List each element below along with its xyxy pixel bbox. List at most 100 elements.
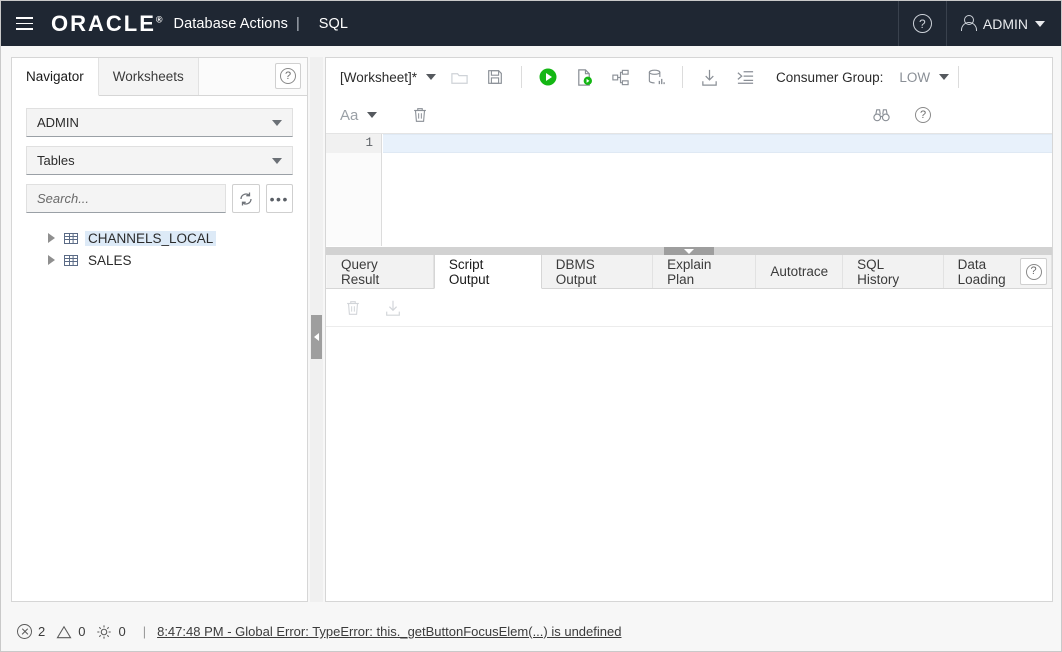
- question-circle-icon: ?: [913, 14, 932, 33]
- worksheet-help-button[interactable]: ?: [906, 99, 940, 131]
- tab-query-result[interactable]: Query Result: [327, 255, 434, 288]
- clear-output-button[interactable]: [336, 292, 370, 324]
- caret-down-icon: [939, 74, 949, 80]
- info-status[interactable]: 0: [96, 624, 125, 640]
- results-help-button[interactable]: ?: [1020, 258, 1047, 285]
- font-size-label: Aa: [340, 107, 358, 124]
- run-statement-button[interactable]: [531, 61, 565, 93]
- object-tree: CHANNELS_LOCAL SALES: [26, 227, 293, 271]
- worksheet-title: [Worksheet]*: [340, 70, 417, 85]
- sql-editor[interactable]: 1: [326, 134, 1052, 246]
- schema-select-value: ADMIN: [37, 115, 79, 130]
- warning-count: 0: [78, 624, 85, 639]
- caret-down-icon: [272, 120, 282, 126]
- question-circle-icon: ?: [915, 107, 931, 123]
- download-output-button[interactable]: [376, 292, 410, 324]
- consumer-group-select[interactable]: LOW: [899, 70, 949, 85]
- product-name: Database Actions: [174, 16, 288, 32]
- binoculars-icon: [872, 106, 891, 125]
- worksheet-title-dropdown[interactable]: [Worksheet]*: [334, 70, 440, 85]
- database-actions-sql-window: ORACLE® Database Actions | SQL ? ADMIN N…: [0, 0, 1062, 652]
- folder-open-icon: [450, 68, 469, 87]
- format-indent-icon: [736, 68, 755, 87]
- tab-worksheets-label: Worksheets: [113, 69, 184, 84]
- info-count: 0: [118, 624, 125, 639]
- worksheet-toolbar: [Worksheet]*: [326, 58, 1052, 134]
- line-number: 1: [326, 134, 381, 153]
- hamburger-menu-icon[interactable]: [1, 1, 47, 46]
- caret-down-icon: [272, 158, 282, 164]
- explain-plan-button[interactable]: [603, 61, 637, 93]
- run-script-icon: [575, 68, 594, 87]
- tab-explain-plan[interactable]: Explain Plan: [653, 255, 756, 288]
- user-menu-button[interactable]: ADMIN: [947, 1, 1062, 46]
- table-icon: [64, 255, 78, 266]
- tab-label: Query Result: [341, 257, 419, 287]
- refresh-button[interactable]: [232, 184, 260, 213]
- user-name: ADMIN: [983, 16, 1028, 32]
- error-circle-icon: [17, 624, 32, 639]
- object-type-select-value: Tables: [37, 153, 75, 168]
- editor-code-area[interactable]: [383, 134, 1052, 246]
- tree-item-channels-local[interactable]: CHANNELS_LOCAL: [26, 227, 293, 249]
- format-sql-button[interactable]: [728, 61, 762, 93]
- search-input[interactable]: [26, 184, 226, 213]
- collapse-navigator-handle[interactable]: [311, 315, 322, 359]
- consumer-group-label: Consumer Group:: [776, 70, 883, 85]
- error-status[interactable]: 2: [17, 624, 45, 639]
- find-button[interactable]: [864, 99, 898, 131]
- tab-script-output[interactable]: Script Output: [434, 255, 542, 289]
- tab-label: Script Output: [449, 257, 527, 287]
- open-file-button[interactable]: [442, 61, 476, 93]
- header-help-button[interactable]: ?: [899, 1, 946, 46]
- table-icon: [64, 233, 78, 244]
- status-pipe: |: [143, 624, 146, 639]
- tab-sql-history[interactable]: SQL History: [843, 255, 943, 288]
- status-message[interactable]: 8:47:48 PM - Global Error: TypeError: th…: [157, 624, 621, 639]
- autotrace-button[interactable]: [639, 61, 673, 93]
- more-options-icon: •••: [270, 192, 289, 206]
- tab-dbms-output[interactable]: DBMS Output: [542, 255, 653, 288]
- tab-autotrace[interactable]: Autotrace: [756, 255, 843, 288]
- schema-select[interactable]: ADMIN: [26, 108, 293, 137]
- editor-gutter: 1: [326, 134, 382, 246]
- caret-down-icon: [426, 74, 436, 80]
- module-name[interactable]: SQL: [319, 16, 348, 32]
- tab-label: SQL History: [857, 257, 928, 287]
- more-options-button[interactable]: •••: [266, 184, 294, 213]
- script-output-area[interactable]: [326, 327, 1052, 573]
- warning-status[interactable]: 0: [56, 624, 85, 639]
- object-type-select[interactable]: Tables: [26, 146, 293, 175]
- toolbar-divider-2: [682, 66, 683, 88]
- autotrace-icon: [647, 68, 666, 87]
- download-icon: [384, 299, 402, 317]
- explain-plan-icon: [611, 68, 630, 87]
- tab-navigator-label: Navigator: [26, 69, 84, 84]
- save-button[interactable]: [478, 61, 512, 93]
- worksheet-toolbar-row-1: [Worksheet]*: [334, 58, 1044, 96]
- tab-label: DBMS Output: [556, 257, 638, 287]
- tab-navigator[interactable]: Navigator: [12, 58, 99, 96]
- tree-item-label: SALES: [85, 253, 135, 268]
- refresh-icon: [238, 191, 254, 207]
- status-bar: 2 0 0 | 8:47:48 PM - Global Error: TypeE…: [1, 612, 1061, 651]
- error-count: 2: [38, 624, 45, 639]
- horizontal-splitter[interactable]: [326, 246, 1052, 255]
- run-script-button[interactable]: [567, 61, 601, 93]
- chevron-down-icon: [1035, 21, 1045, 27]
- tab-worksheets[interactable]: Worksheets: [99, 58, 199, 95]
- tree-item-label: CHANNELS_LOCAL: [85, 231, 216, 246]
- triangle-right-icon[interactable]: [48, 255, 55, 265]
- clear-worksheet-button[interactable]: [403, 99, 437, 131]
- navigator-help-button[interactable]: ?: [275, 63, 301, 89]
- navigator-body: ADMIN Tables •••: [12, 96, 307, 271]
- editor-active-line[interactable]: [383, 134, 1052, 153]
- gear-icon: [96, 624, 112, 640]
- download-button[interactable]: [692, 61, 726, 93]
- tree-item-sales[interactable]: SALES: [26, 249, 293, 271]
- vertical-splitter[interactable]: [310, 57, 323, 602]
- trash-icon: [411, 106, 429, 124]
- font-size-button[interactable]: Aa: [334, 99, 383, 131]
- tab-label: Autotrace: [770, 264, 828, 279]
- triangle-right-icon[interactable]: [48, 233, 55, 243]
